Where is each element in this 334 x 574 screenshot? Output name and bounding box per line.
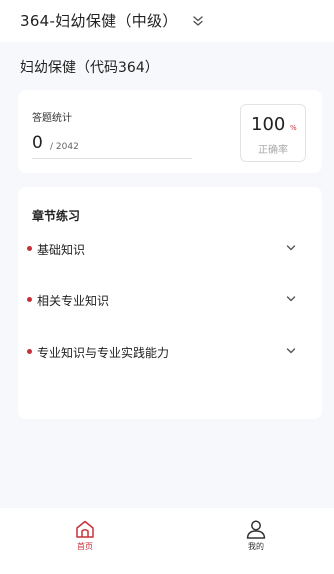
course-title[interactable]: 364-妇幼保健（中级） bbox=[20, 10, 178, 31]
chapter-label: 专业知识与专业实践能力 bbox=[37, 346, 170, 360]
stats-card: 答题统计 0 / 2042 100 % 正确率 bbox=[18, 90, 322, 173]
progress-bar bbox=[32, 158, 192, 159]
accuracy-label: 正确率 bbox=[258, 145, 288, 156]
chapter-label: 相关专业知识 bbox=[37, 294, 110, 308]
tab-label: 我的 bbox=[248, 542, 264, 551]
tab-mine[interactable]: 我的 bbox=[216, 508, 296, 574]
chevron-down-icon[interactable] bbox=[286, 295, 296, 303]
chapters-card: 章节练习 基础知识 相关专业知识 专业知识与专业实践能力 bbox=[18, 187, 322, 419]
bullet-dot-icon bbox=[27, 297, 32, 302]
stats-label: 答题统计 bbox=[32, 113, 72, 124]
bullet-dot-icon bbox=[27, 349, 32, 354]
chapter-item-related[interactable]: 相关专业知识 bbox=[18, 285, 322, 315]
user-icon bbox=[246, 520, 266, 539]
accuracy-box: 100 % 正确率 bbox=[240, 104, 306, 162]
top-bar: 364-妇幼保健（中级） bbox=[0, 0, 334, 42]
accuracy-value: 100 bbox=[251, 114, 286, 135]
bullet-dot-icon bbox=[27, 246, 32, 251]
chapter-item-basic[interactable]: 基础知识 bbox=[18, 234, 322, 264]
bottom-tab-bar: 首页 我的 bbox=[0, 508, 334, 574]
double-chevron-down-icon[interactable] bbox=[192, 14, 204, 28]
section-title: 章节练习 bbox=[32, 209, 81, 223]
chapter-label: 基础知识 bbox=[37, 243, 86, 257]
accuracy-unit: % bbox=[290, 124, 297, 132]
chevron-down-icon[interactable] bbox=[286, 347, 296, 355]
chapter-item-professional[interactable]: 专业知识与专业实践能力 bbox=[18, 337, 322, 367]
home-icon bbox=[76, 520, 94, 538]
subject-name: 妇幼保健（代码364） bbox=[20, 60, 159, 76]
answered-count: 0 bbox=[32, 133, 43, 153]
tab-label: 首页 bbox=[77, 542, 93, 551]
tab-home[interactable]: 首页 bbox=[45, 508, 125, 574]
chevron-down-icon[interactable] bbox=[286, 244, 296, 252]
total-count: / 2042 bbox=[50, 142, 79, 152]
